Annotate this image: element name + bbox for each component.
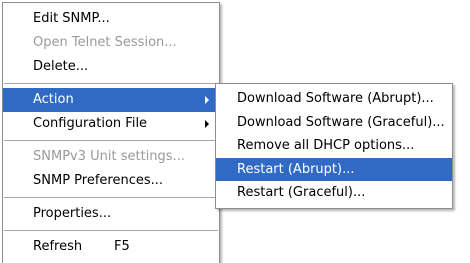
menu-item-label: Download Software (Graceful)...: [237, 114, 445, 130]
menu-item-label: SNMPv3 Unit settings...: [33, 149, 185, 164]
menu-item-refresh[interactable]: Refresh F5: [3, 235, 219, 259]
menu-item-label: Edit SNMP...: [33, 11, 110, 26]
submenu-item-download-software-abrupt[interactable]: Download Software (Abrupt)...: [216, 87, 452, 111]
menu-item-shortcut: F5: [114, 239, 130, 254]
menu-item-edit-snmp[interactable]: Edit SNMP...: [3, 7, 219, 31]
submenu-arrow-icon: [205, 120, 209, 128]
menu-item-delete[interactable]: Delete...: [3, 55, 219, 79]
menu-item-label: Remove all DHCP options...: [237, 138, 415, 153]
menu-item-properties[interactable]: Properties...: [3, 202, 219, 226]
menu-separator: [3, 193, 219, 202]
menu-separator: [3, 136, 219, 145]
menu-item-label: Refresh: [33, 239, 83, 254]
screen: Edit SNMP... Open Telnet Session... Dele…: [0, 0, 470, 263]
submenu-item-remove-dhcp-options[interactable]: Remove all DHCP options...: [216, 134, 452, 158]
menu-item-label: Download Software (Abrupt)...: [237, 91, 434, 106]
menu-item-label: Action: [33, 92, 74, 107]
menu-item-label: SNMP Preferences...: [33, 173, 164, 188]
menu-item-open-telnet-session[interactable]: Open Telnet Session...: [3, 31, 219, 55]
action-submenu: Download Software (Abrupt)... Download S…: [215, 83, 453, 209]
menu-item-label: Restart (Abrupt)...: [237, 161, 355, 177]
menu-item-label: Restart (Graceful)...: [237, 185, 366, 200]
menu-item-configuration-file[interactable]: Configuration File: [3, 112, 219, 136]
submenu-item-restart-abrupt[interactable]: Restart (Abrupt)...: [216, 157, 452, 181]
menu-item-label: Delete...: [33, 59, 89, 74]
context-menu: Edit SNMP... Open Telnet Session... Dele…: [2, 2, 220, 263]
submenu-arrow-icon: [205, 96, 209, 104]
menu-item-label: Properties...: [33, 206, 112, 221]
menu-item-label: Configuration File: [33, 116, 148, 131]
menu-item-action[interactable]: Action: [3, 88, 219, 112]
menu-item-snmpv3-unit-settings[interactable]: SNMPv3 Unit settings...: [3, 145, 219, 169]
menu-separator: [3, 79, 219, 88]
submenu-item-download-software-graceful[interactable]: Download Software (Graceful)...: [216, 111, 452, 135]
submenu-item-restart-graceful[interactable]: Restart (Graceful)...: [216, 181, 452, 205]
menu-item-label: Open Telnet Session...: [33, 35, 177, 50]
menu-item-snmp-preferences[interactable]: SNMP Preferences...: [3, 169, 219, 193]
menu-separator: [3, 226, 219, 235]
